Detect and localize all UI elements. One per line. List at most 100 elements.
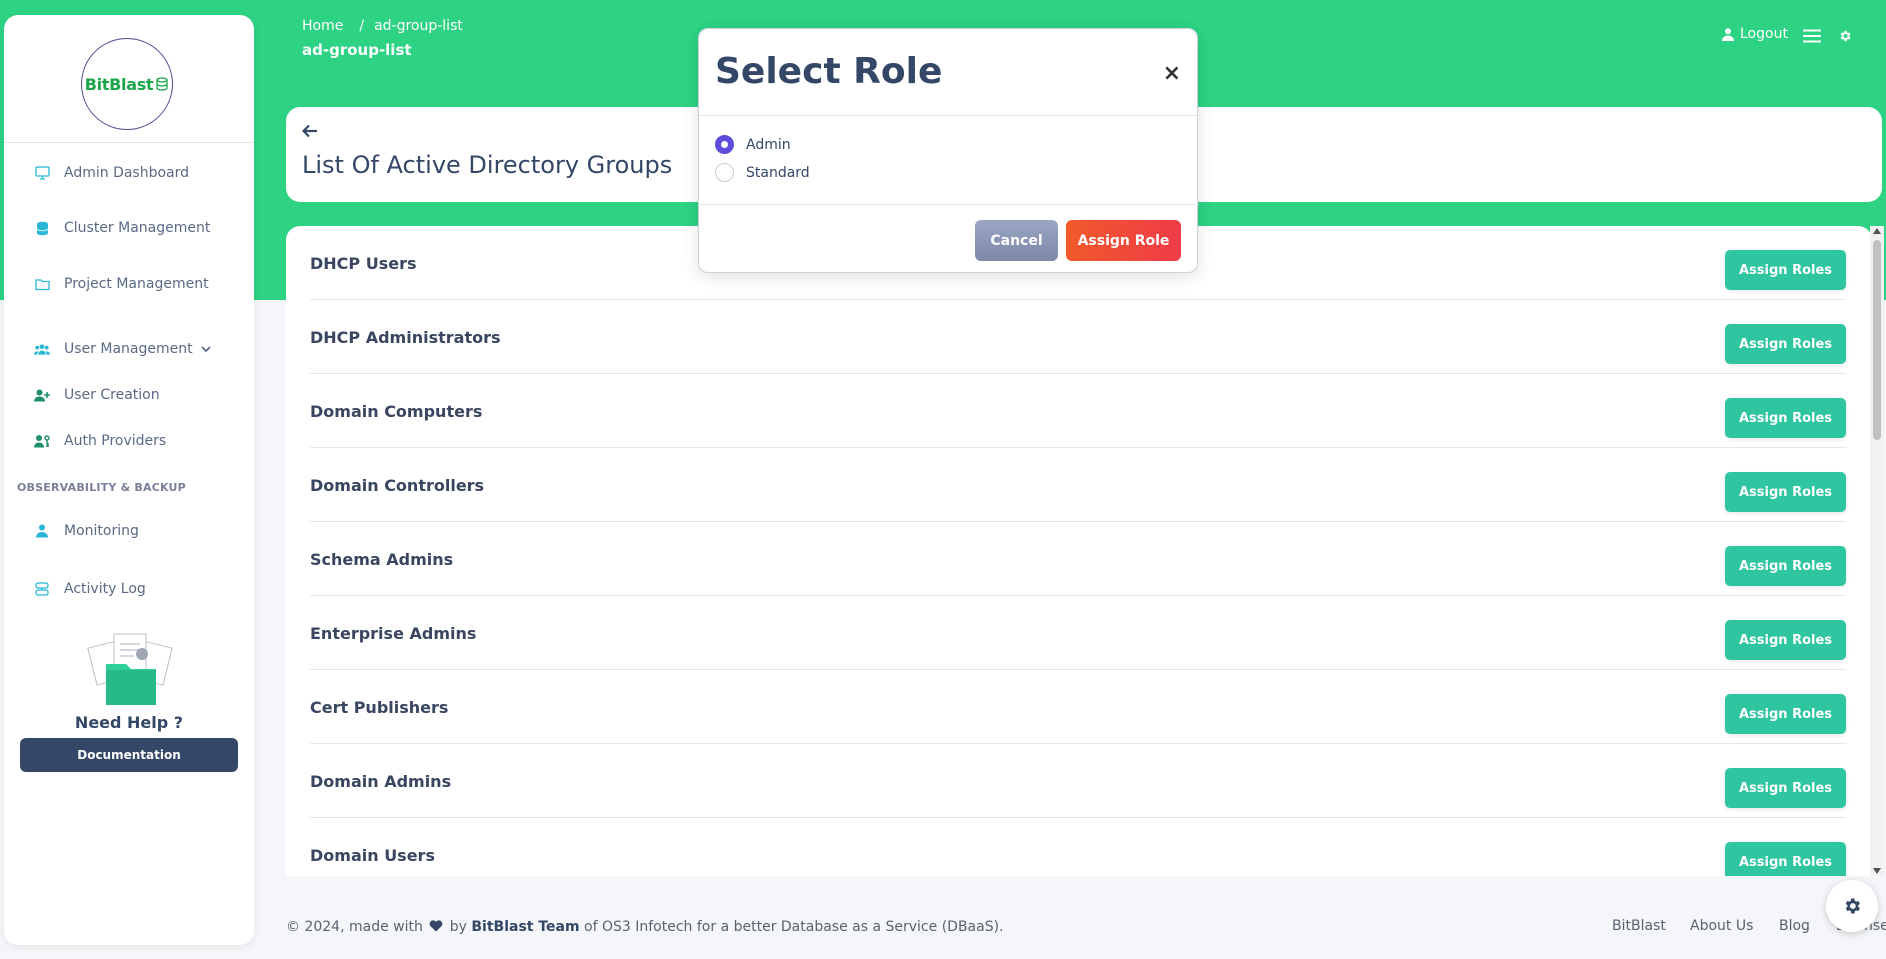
footer-by: by	[449, 919, 467, 935]
table-row: Domain Controllers Assign Roles	[310, 448, 1846, 522]
modal-divider	[699, 204, 1199, 205]
ad-group-list: DHCP Users Assign Roles DHCP Administrat…	[286, 226, 1872, 876]
footer-copyright: © 2024, made with by BitBlast Team of OS…	[286, 919, 1004, 936]
folder-icon	[34, 276, 50, 292]
sidebar-item-label: User Management	[64, 341, 193, 357]
footer-prefix: © 2024, made with	[286, 919, 423, 935]
breadcrumb-current: ad-group-list	[374, 18, 463, 34]
group-name: Domain Users	[310, 846, 435, 865]
select-role-modal: Select Role × Admin Standard Cancel Assi…	[698, 28, 1199, 273]
scroll-up-arrow-icon[interactable]	[1873, 228, 1881, 234]
page-name: ad-group-list	[302, 41, 412, 59]
footer-team-link[interactable]: BitBlast Team	[471, 919, 579, 935]
user-plus-icon	[34, 387, 50, 403]
sidebar-item-label: Project Management	[64, 276, 209, 292]
chevron-down-icon	[200, 345, 211, 353]
footer-link-bitblast[interactable]: BitBlast	[1612, 918, 1666, 934]
sidebar-item-label: Admin Dashboard	[64, 165, 190, 181]
help-illustration	[84, 630, 176, 710]
logout-label: Logout	[1740, 26, 1788, 42]
sidebar-item-label: Auth Providers	[64, 433, 167, 449]
sidebar-divider	[4, 142, 254, 143]
heart-icon	[429, 920, 443, 936]
sidebar-item-activity-log[interactable]: Activity Log	[34, 578, 146, 600]
footer-suffix: of OS3 Infotech for a better Database as…	[584, 919, 1004, 935]
assign-roles-button[interactable]: Assign Roles	[1725, 250, 1846, 290]
radio-standard[interactable]	[715, 163, 734, 182]
sidebar-item-user-management[interactable]: User Management	[34, 338, 211, 360]
scroll-down-arrow-icon[interactable]	[1873, 868, 1881, 874]
sidebar-item-label: User Creation	[64, 387, 160, 403]
group-name: Cert Publishers	[310, 698, 449, 717]
table-row: Domain Users Assign Roles	[310, 818, 1846, 876]
settings-fab-gear-icon[interactable]	[1826, 880, 1878, 932]
assign-roles-button[interactable]: Assign Roles	[1725, 472, 1846, 512]
sidebar-item-label: Activity Log	[64, 581, 146, 597]
assign-roles-button[interactable]: Assign Roles	[1725, 842, 1846, 876]
group-name: Schema Admins	[310, 550, 454, 569]
activity-icon	[34, 581, 50, 597]
users-icon	[34, 341, 50, 357]
table-row: Schema Admins Assign Roles	[310, 522, 1846, 596]
breadcrumb-separator: /	[359, 18, 365, 34]
sidebar-item-monitoring[interactable]: Monitoring	[34, 520, 139, 542]
user-icon	[34, 523, 50, 539]
radio-admin[interactable]	[715, 135, 734, 154]
group-name: Domain Computers	[310, 402, 483, 421]
role-option-standard[interactable]: Standard	[715, 163, 810, 182]
menu-icon[interactable]	[1803, 29, 1821, 43]
sidebar-item-user-creation[interactable]: User Creation	[34, 384, 160, 406]
group-name: Enterprise Admins	[310, 624, 477, 643]
back-arrow-icon[interactable]	[301, 123, 318, 142]
table-row: DHCP Administrators Assign Roles	[310, 300, 1846, 374]
user-key-icon	[34, 433, 50, 449]
breadcrumb-home[interactable]: Home	[302, 18, 343, 34]
sidebar-item-cluster-management[interactable]: Cluster Management	[34, 217, 210, 239]
table-row: Cert Publishers Assign Roles	[310, 670, 1846, 744]
assign-roles-button[interactable]: Assign Roles	[1725, 620, 1846, 660]
assign-roles-button[interactable]: Assign Roles	[1725, 694, 1846, 734]
assign-roles-button[interactable]: Assign Roles	[1725, 768, 1846, 808]
logo[interactable]: BitBlast	[81, 38, 173, 130]
assign-role-button[interactable]: Assign Role	[1066, 220, 1181, 261]
settings-gear-icon[interactable]	[1838, 29, 1852, 43]
list-scrollbar[interactable]	[1870, 226, 1884, 876]
modal-divider	[699, 115, 1199, 116]
table-row: Domain Computers Assign Roles	[310, 374, 1846, 448]
sidebar-item-project-management[interactable]: Project Management	[34, 273, 209, 295]
role-option-label: Admin	[746, 136, 791, 153]
group-name: Domain Controllers	[310, 476, 485, 495]
documentation-button[interactable]: Documentation	[20, 738, 238, 772]
page-title: List Of Active Directory Groups	[302, 151, 673, 179]
group-name: Domain Admins	[310, 772, 452, 791]
table-row: Domain Admins Assign Roles	[310, 744, 1846, 818]
footer-link-about-us[interactable]: About Us	[1690, 918, 1753, 934]
database-logo-icon	[156, 77, 168, 91]
modal-title: Select Role	[715, 51, 943, 92]
user-icon	[1722, 27, 1734, 41]
sidebar: BitBlast Admin Dashboard Cluster Managem…	[4, 15, 254, 945]
cancel-button[interactable]: Cancel	[975, 220, 1058, 261]
monitor-icon	[34, 165, 50, 181]
logout-link[interactable]: Logout	[1722, 26, 1788, 42]
assign-roles-button[interactable]: Assign Roles	[1725, 324, 1846, 364]
section-observability-backup: OBSERVABILITY & BACKUP	[17, 481, 186, 494]
role-option-admin[interactable]: Admin	[715, 135, 791, 154]
close-icon[interactable]: ×	[1163, 61, 1181, 86]
database-icon	[34, 220, 50, 236]
group-name: DHCP Users	[310, 254, 417, 273]
group-name: DHCP Administrators	[310, 328, 501, 347]
assign-roles-button[interactable]: Assign Roles	[1725, 546, 1846, 586]
table-row: Enterprise Admins Assign Roles	[310, 596, 1846, 670]
sidebar-item-label: Monitoring	[64, 523, 139, 539]
help-title: Need Help ?	[74, 713, 184, 732]
role-option-label: Standard	[746, 164, 810, 181]
footer-link-blog[interactable]: Blog	[1779, 918, 1810, 934]
assign-roles-button[interactable]: Assign Roles	[1725, 398, 1846, 438]
scroll-thumb[interactable]	[1873, 240, 1881, 440]
sidebar-item-label: Cluster Management	[64, 220, 211, 236]
sidebar-item-auth-providers[interactable]: Auth Providers	[34, 430, 166, 452]
breadcrumb: Home / ad-group-list	[302, 18, 463, 34]
logo-text: BitBlast	[84, 74, 154, 94]
sidebar-item-admin-dashboard[interactable]: Admin Dashboard	[34, 162, 189, 184]
